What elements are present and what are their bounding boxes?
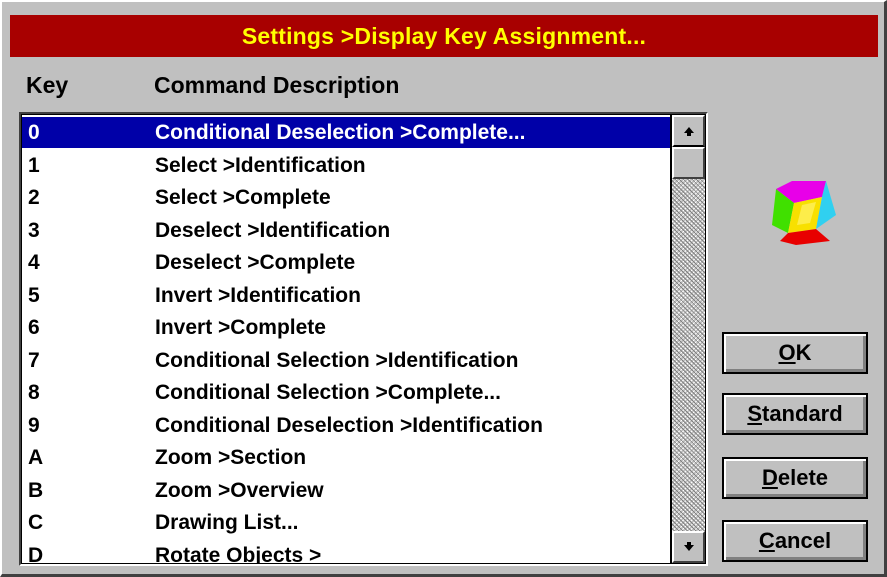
scroll-down-button[interactable] [672, 531, 705, 563]
column-header-key: Key [26, 72, 69, 98]
list-item-description: Conditional Deselection >Identification [155, 413, 543, 437]
list-item-description: Zoom >Section [155, 446, 307, 469]
scroll-up-button[interactable] [672, 115, 705, 147]
list-item-key: B [28, 478, 44, 502]
ok-label: K [795, 340, 812, 365]
list-item[interactable]: 6 Invert >Complete [22, 312, 670, 343]
list-item-key: 4 [28, 251, 40, 274]
list-item-description: Select >Identification [155, 153, 366, 177]
key-assignment-list[interactable]: 0 Conditional Deselection >Complete... 1 Se… [19, 112, 708, 566]
standard-mnemonic: S [747, 401, 762, 426]
list-item[interactable]: 1 Select >Identification [22, 150, 670, 181]
list-item[interactable]: 3 Deselect >Identification [22, 215, 670, 246]
list-item[interactable]: 7 Conditional Selection >Identification [22, 345, 670, 376]
list-item[interactable]: 0 Conditional Deselection >Complete... [22, 117, 670, 148]
list-item-description: Deselect >Identification [155, 218, 391, 242]
list-item-key: 7 [28, 348, 40, 372]
vertical-scrollbar[interactable] [671, 114, 706, 564]
list-item-description: Conditional Selection >Complete... [155, 381, 501, 404]
list-item-key: 3 [28, 218, 40, 242]
scroll-thumb[interactable] [672, 147, 705, 179]
list-item-description: Invert >Identification [155, 283, 361, 307]
list-item-description: Invert >Complete [155, 316, 326, 339]
list-item-key: 6 [28, 316, 40, 339]
list-item-description: Zoom >Overview [155, 478, 324, 502]
list-item-key: 2 [28, 186, 40, 209]
list-item-key: D [28, 543, 44, 564]
list-item[interactable]: 8 Conditional Selection >Complete... [22, 377, 670, 408]
ok-mnemonic: O [778, 340, 796, 365]
list-item-description: Conditional Deselection >Complete... [155, 121, 526, 144]
list-item-key: 9 [28, 413, 40, 437]
list-item-description: Conditional Selection >Identification [155, 348, 519, 372]
list-item[interactable]: B Zoom >Overview [22, 475, 670, 506]
list-item-description: Drawing List... [155, 511, 299, 534]
list-item-key: C [28, 511, 44, 534]
list-item[interactable]: 4 Deselect >Complete [22, 247, 670, 278]
list-item-key: 5 [28, 283, 40, 307]
list-items-area: 0 Conditional Deselection >Complete... 1 Se… [21, 114, 671, 564]
title-bar: Settings >Display Key Assignment... [10, 15, 878, 57]
arrow-up-icon [683, 127, 694, 136]
app-cube-logo-icon [772, 181, 836, 245]
ok-button[interactable]: OK [722, 332, 868, 374]
cancel-button[interactable]: Cancel [722, 520, 868, 562]
list-item[interactable]: D Rotate Objects > [22, 540, 670, 564]
delete-button[interactable]: Delete [722, 457, 868, 499]
standard-label: tandard [762, 401, 843, 426]
arrow-down-icon [683, 542, 694, 551]
list-item-key: A [28, 446, 44, 469]
list-item[interactable]: A Zoom >Section [22, 442, 670, 473]
delete-mnemonic: D [761, 465, 778, 490]
list-item-description: Select >Complete [155, 186, 331, 209]
dialog-title: Settings >Display Key Assignment... [241, 22, 647, 49]
cancel-label: ancel [774, 528, 832, 553]
column-header-description: Command Description [154, 72, 400, 98]
list-item-description: Rotate Objects > [155, 543, 322, 564]
delete-label: elete [777, 465, 829, 490]
list-item-description: Deselect >Complete [155, 251, 356, 274]
list-item[interactable]: 9 Conditional Deselection >Identification [22, 410, 670, 441]
list-item[interactable]: 5 Invert >Identification [22, 280, 670, 311]
list-item[interactable]: 2 Select >Complete [22, 182, 670, 213]
list-item-key: 8 [28, 381, 40, 404]
list-item-key: 0 [28, 121, 40, 144]
cancel-mnemonic: C [758, 528, 775, 553]
list-item-key: 1 [28, 153, 40, 177]
list-item[interactable]: C Drawing List... [22, 507, 670, 538]
standard-button[interactable]: Standard [722, 393, 868, 435]
